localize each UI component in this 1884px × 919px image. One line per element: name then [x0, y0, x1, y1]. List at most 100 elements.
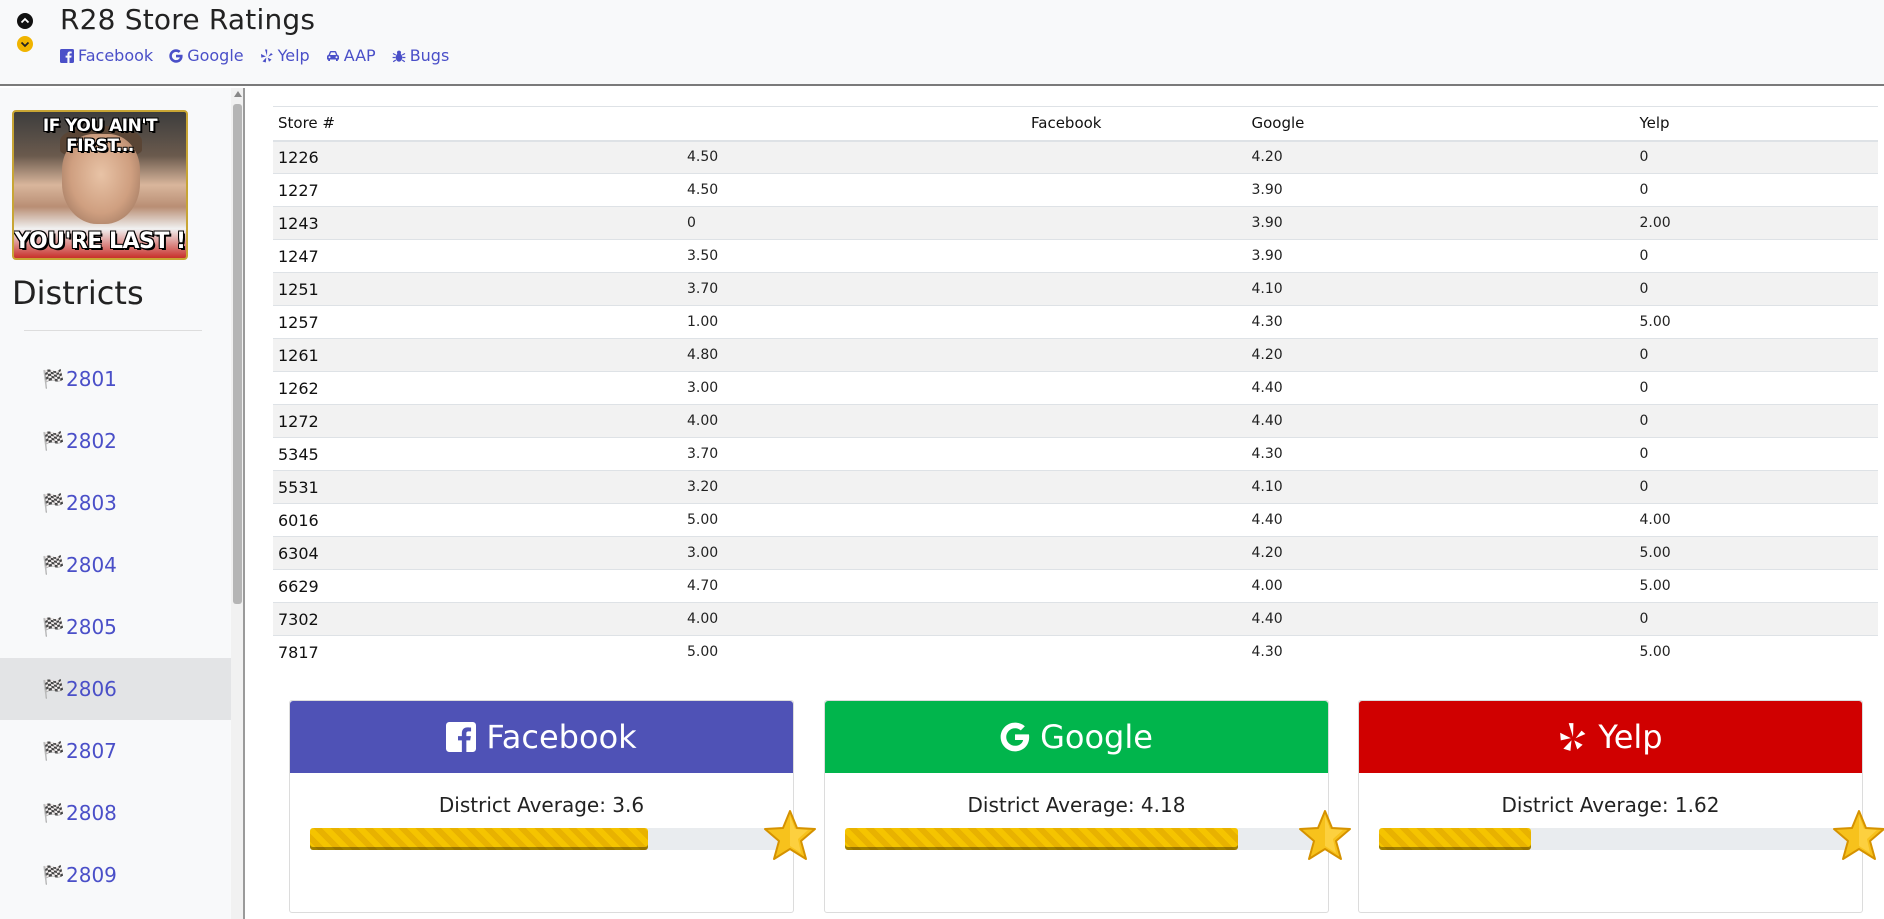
yelp-card-header: Yelp — [1359, 701, 1862, 773]
store-number-cell: 1251 — [273, 272, 633, 306]
facebook-rating-cell: 3.00 — [633, 536, 1107, 570]
yelp-rating-cell: 0 — [1506, 602, 1878, 636]
table-header-row: Store # Facebook Google Yelp — [273, 106, 1878, 142]
scrollbar-thumb[interactable] — [233, 104, 242, 604]
facebook-rating-cell: 4.00 — [633, 404, 1107, 438]
store-number-cell: 6304 — [273, 536, 633, 570]
google-progress-bar — [845, 810, 1351, 860]
district-item-2805[interactable]: 🏁 2805 — [0, 596, 231, 658]
district-item-2803[interactable]: 🏁 2803 — [0, 472, 231, 534]
yelp-rating-cell: 0 — [1506, 437, 1878, 471]
google-rating-cell: 4.30 — [1106, 635, 1507, 669]
store-number-cell: 1262 — [273, 371, 633, 405]
google-card: Google District Average: 4.18 — [824, 700, 1351, 913]
star-icon — [764, 810, 816, 860]
district-label: 2809 — [66, 863, 117, 887]
google-rating-cell: 4.10 — [1106, 470, 1507, 504]
yelp-rating-cell: 0 — [1506, 371, 1878, 405]
star-icon — [1299, 810, 1351, 860]
facebook-rating-cell: 3.70 — [633, 437, 1107, 471]
district-label: 2802 — [66, 429, 117, 453]
yelp-rating-cell: 0 — [1506, 470, 1878, 504]
yelp-progress-fill — [1379, 828, 1532, 850]
google-rating-cell: 4.40 — [1106, 503, 1507, 537]
table-row: 5531 3.20 4.10 0 — [273, 470, 1878, 504]
yelp-card-title: Yelp — [1598, 718, 1663, 756]
district-label: 2805 — [66, 615, 117, 639]
store-number-cell: 6629 — [273, 569, 633, 603]
district-item-2809[interactable]: 🏁 2809 — [0, 844, 231, 906]
header-links: Facebook Google Yelp AAP Bugs — [60, 46, 449, 65]
google-icon — [1000, 722, 1030, 752]
facebook-rating-cell: 4.80 — [633, 338, 1107, 372]
store-number-cell: 1243 — [273, 206, 633, 240]
yelp-rating-cell: 0 — [1506, 338, 1878, 372]
scroll-up-arrow-icon[interactable] — [234, 91, 242, 97]
district-item-2801[interactable]: 🏁 2801 — [0, 348, 231, 410]
google-link[interactable]: Google — [169, 46, 244, 65]
expand-down-icon[interactable] — [17, 36, 33, 52]
header-yelp: Yelp — [1506, 106, 1878, 142]
store-number-cell: 7817 — [273, 635, 633, 669]
header-facebook: Facebook — [633, 106, 1107, 142]
district-item-2804[interactable]: 🏁 2804 — [0, 534, 231, 596]
yelp-rating-cell: 0 — [1506, 404, 1878, 438]
facebook-progress-fill — [310, 828, 649, 850]
facebook-rating-cell: 4.50 — [633, 140, 1107, 174]
google-rating-cell: 4.30 — [1106, 305, 1507, 339]
google-rating-cell: 4.40 — [1106, 404, 1507, 438]
meme-top-text: IF YOU AIN'T FIRST... — [42, 116, 158, 156]
google-rating-cell: 3.90 — [1106, 206, 1507, 240]
bugs-link[interactable]: Bugs — [392, 46, 449, 65]
district-list: 🏁 2801 🏁 2802 🏁 2803 🏁 2804 🏁 2805 🏁 2806 🏁 2807 🏁 2808… — [0, 348, 231, 906]
yelp-icon — [260, 49, 273, 62]
facebook-rating-cell: 3.50 — [633, 239, 1107, 273]
yelp-icon — [1560, 723, 1586, 751]
store-number-cell: 5531 — [273, 470, 633, 504]
store-number-cell: 1261 — [273, 338, 633, 372]
checkered-flag-icon: 🏁 — [42, 740, 65, 762]
ratings-table-container: Store # Facebook Google Yelp 1226 4.50 4.2… — [273, 106, 1878, 669]
facebook-link[interactable]: Facebook — [60, 46, 153, 65]
aap-link[interactable]: AAP — [326, 46, 376, 65]
meme-bottom-text: YOU'RE LAST ! — [14, 229, 186, 254]
checkered-flag-icon: 🏁 — [42, 802, 65, 824]
district-label: 2806 — [66, 677, 117, 701]
district-item-2808[interactable]: 🏁 2808 — [0, 782, 231, 844]
yelp-rating-cell: 4.00 — [1506, 503, 1878, 537]
yelp-progress-bar — [1379, 810, 1884, 860]
district-item-2807[interactable]: 🏁 2807 — [0, 720, 231, 782]
district-label: 2807 — [66, 739, 117, 763]
google-card-title: Google — [1040, 718, 1153, 756]
ratings-table: Store # Facebook Google Yelp 1226 4.50 4.2… — [273, 106, 1878, 669]
yelp-rating-cell: 5.00 — [1506, 305, 1878, 339]
google-rating-cell: 4.40 — [1106, 602, 1507, 636]
facebook-average: District Average: 3.6 — [438, 793, 645, 817]
google-rating-cell: 3.90 — [1106, 239, 1507, 273]
header-google: Google — [1106, 106, 1507, 142]
sidebar-scrollbar[interactable] — [231, 88, 245, 919]
google-rating-cell: 3.90 — [1106, 173, 1507, 207]
yelp-rating-cell: 5.00 — [1506, 569, 1878, 603]
google-progress-fill — [845, 828, 1238, 850]
facebook-rating-cell: 4.00 — [633, 602, 1107, 636]
table-row: 1251 3.70 4.10 0 — [273, 272, 1878, 306]
google-rating-cell: 4.30 — [1106, 437, 1507, 471]
collapse-up-icon[interactable] — [17, 13, 33, 29]
table-row: 7817 5.00 4.30 5.00 — [273, 635, 1878, 669]
google-average: District Average: 4.18 — [967, 793, 1186, 817]
store-number-cell: 1257 — [273, 305, 633, 339]
yelp-link[interactable]: Yelp — [260, 46, 310, 65]
google-rating-cell: 4.10 — [1106, 272, 1507, 306]
sidebar: IF YOU AIN'T FIRST... YOU'RE LAST ! Dist… — [0, 88, 231, 919]
district-item-2802[interactable]: 🏁 2802 — [0, 410, 231, 472]
table-row: 6304 3.00 4.20 5.00 — [273, 536, 1878, 570]
facebook-rating-cell: 5.00 — [633, 635, 1107, 669]
facebook-icon — [446, 722, 477, 752]
table-row: 1272 4.00 4.40 0 — [273, 404, 1878, 438]
google-rating-cell: 4.00 — [1106, 569, 1507, 603]
district-item-2806[interactable]: 🏁 2806 — [0, 658, 231, 720]
checkered-flag-icon: 🏁 — [42, 368, 65, 390]
table-row: 5345 3.70 4.30 0 — [273, 437, 1878, 471]
page-title: R28 Store Ratings — [60, 3, 316, 36]
